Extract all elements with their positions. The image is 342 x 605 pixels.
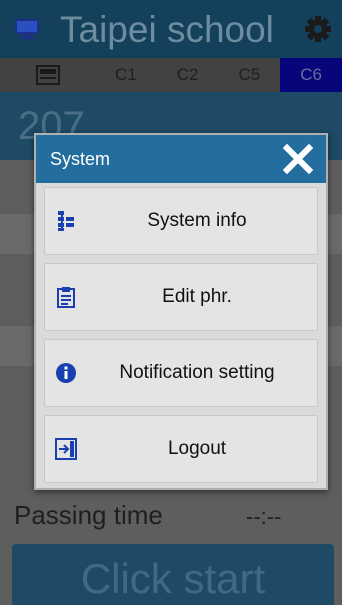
logout-button[interactable]: Logout [44,415,318,483]
notification-setting-label: Notification setting [119,362,275,383]
gear-icon[interactable] [304,15,332,43]
tab-c6[interactable]: C6 [280,58,342,92]
system-info-icon [55,210,77,232]
dialog-header: System [36,135,326,183]
tab-c1[interactable]: C1 [95,58,157,92]
logout-label: Logout [167,438,227,459]
passing-time-label: Passing time [14,500,163,530]
system-info-button[interactable]: System info [44,187,318,255]
tab-c2[interactable]: C2 [157,58,219,92]
tab-list[interactable] [0,58,95,92]
system-info-label: System info [147,210,247,231]
logout-icon [55,438,77,460]
list-icon [35,65,60,85]
tab-c5[interactable]: C5 [219,58,281,92]
dialog-title: System [50,149,111,169]
start-button[interactable]: Click start [12,544,334,605]
edit-phrase-button[interactable]: Edit phr. [44,263,318,331]
class-tabs: C1 C2 C5 C6 [0,58,342,92]
edit-phrase-label: Edit phr. [162,286,232,307]
monitor-icon[interactable] [14,18,40,40]
info-icon [55,362,77,384]
clipboard-icon [55,286,77,308]
title-bar: Taipei school [0,0,342,58]
system-dialog: System System info Edit phr. Notificatio… [34,133,328,490]
close-icon[interactable] [282,143,314,175]
passing-time-value: --:-- [246,504,282,529]
app-title: Taipei school [60,9,274,50]
notification-setting-button[interactable]: Notification setting [44,339,318,407]
